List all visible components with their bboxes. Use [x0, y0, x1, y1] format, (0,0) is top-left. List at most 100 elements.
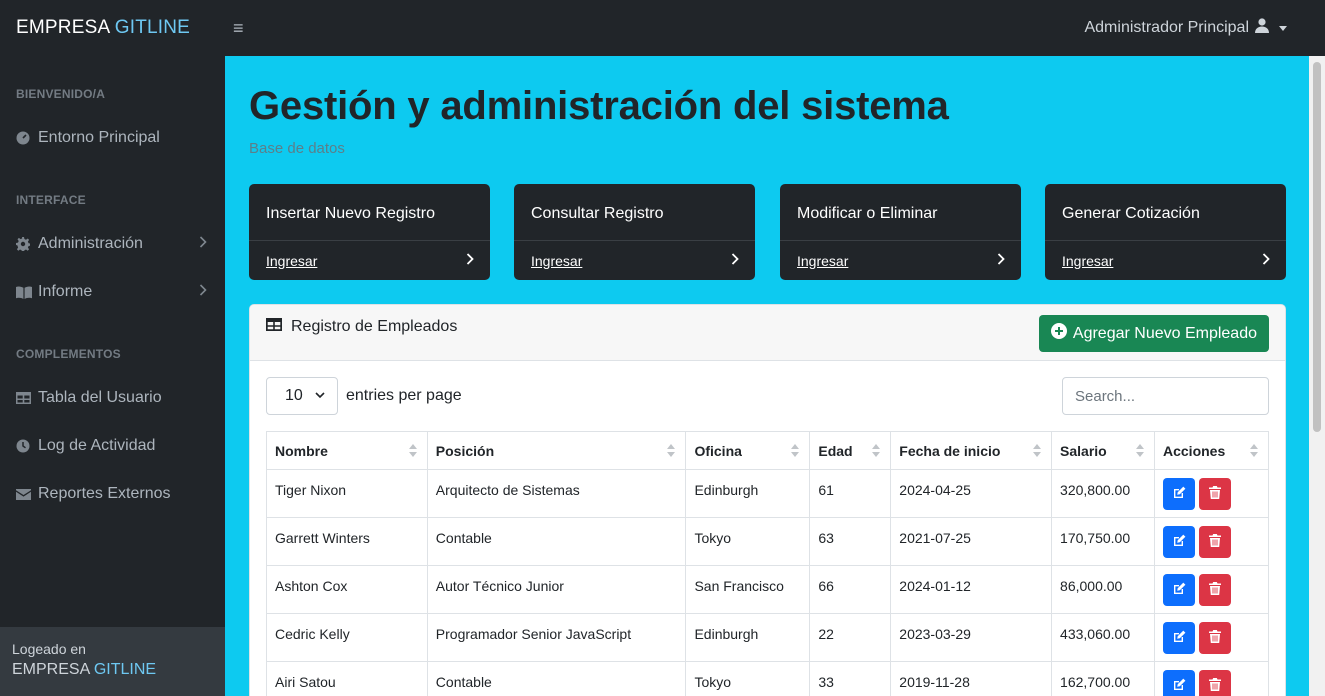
delete-button[interactable] — [1199, 478, 1231, 510]
card-consultar: Consultar Registro Ingresar — [514, 184, 755, 280]
user-dropdown[interactable]: Administrador Principal — [1084, 18, 1287, 38]
column-header-edad[interactable]: Edad — [809, 431, 892, 470]
column-header-oficina[interactable]: Oficina — [685, 431, 811, 470]
cell-edad: 66 — [809, 565, 892, 614]
edit-button[interactable] — [1163, 574, 1195, 606]
sidebar-item-log-actividad[interactable]: Log de Actividad — [0, 426, 225, 466]
card-footer: Ingresar — [249, 240, 490, 280]
sidebar-item-informe[interactable]: Informe — [0, 272, 225, 312]
clock-icon — [16, 439, 38, 453]
chevron-right-icon — [199, 283, 207, 301]
card-modificar: Modificar o Eliminar Ingresar — [780, 184, 1021, 280]
cell-acciones — [1154, 661, 1269, 696]
table-icon — [16, 392, 38, 404]
sidebar-item-label: Reportes Externos — [38, 485, 171, 502]
cell-fecha-inicio: 2021-07-25 — [890, 517, 1053, 566]
trash-icon — [1209, 534, 1221, 550]
user-name: Administrador Principal — [1084, 19, 1249, 36]
entries-per-page-select[interactable]: 10 — [266, 377, 338, 415]
cell-acciones — [1154, 469, 1269, 518]
page-subtitle: Base de datos — [249, 140, 345, 157]
row-actions — [1163, 622, 1260, 654]
gear-icon — [16, 237, 38, 251]
trash-icon — [1209, 582, 1221, 598]
delete-button[interactable] — [1199, 670, 1231, 696]
cell-posicion: Programador Senior JavaScript — [426, 613, 687, 662]
edit-icon — [1173, 534, 1186, 550]
edit-icon — [1173, 582, 1186, 598]
edit-button[interactable] — [1163, 478, 1195, 510]
delete-button[interactable] — [1199, 574, 1231, 606]
plus-circle-icon — [1050, 323, 1067, 344]
sidebar-item-entorno-principal[interactable]: Entorno Principal — [0, 118, 225, 158]
footer-brand-name: EMPRESA — [12, 661, 90, 678]
delete-button[interactable] — [1199, 622, 1231, 654]
card-footer: Ingresar — [1045, 240, 1286, 280]
scrollbar-thumb[interactable] — [1313, 62, 1321, 432]
sidebar-heading-welcome: BIENVENIDO/A — [16, 87, 106, 101]
table-row: Garrett Winters Contable Tokyo 63 2021-07-25… — [266, 517, 1269, 566]
page-scrollbar[interactable] — [1309, 56, 1325, 696]
column-header-nombre[interactable]: Nombre — [266, 431, 428, 470]
entries-per-page-label: entries per page — [346, 387, 462, 404]
cell-fecha-inicio: 2024-01-12 — [890, 565, 1053, 614]
table-row: Airi Satou Contable Tokyo 33 2019-11-28 162,7… — [266, 661, 1269, 696]
edit-icon — [1173, 486, 1186, 502]
edit-button[interactable] — [1163, 622, 1195, 654]
edit-icon — [1173, 630, 1186, 646]
card-title: Consultar Registro — [531, 205, 664, 222]
card-footer: Ingresar — [514, 240, 755, 280]
caret-down-icon — [1279, 25, 1287, 31]
card-title: Generar Cotización — [1062, 205, 1200, 222]
edit-button[interactable] — [1163, 526, 1195, 558]
cell-salario: 320,800.00 — [1051, 469, 1155, 518]
column-header-salario[interactable]: Salario — [1051, 431, 1155, 470]
sidebar-heading-complementos: COMPLEMENTOS — [16, 347, 121, 361]
sidebar-toggle-icon[interactable]: ≡ — [233, 18, 263, 39]
chevron-down-icon — [315, 392, 325, 399]
edit-button[interactable] — [1163, 670, 1195, 696]
cell-posicion: Contable — [426, 661, 687, 696]
page-title: Gestión y administración del sistema — [249, 84, 949, 128]
brand-accent: GITLINE — [114, 17, 191, 38]
sidebar: BIENVENIDO/A Entorno Principal INTERFACE… — [0, 56, 225, 696]
datatable-controls: 10 entries per page — [250, 361, 1285, 431]
table-row: Cedric Kelly Programador Senior JavaScrip… — [266, 613, 1269, 662]
trash-icon — [1209, 630, 1221, 646]
cell-nombre: Cedric Kelly — [266, 613, 428, 662]
card-link[interactable]: Ingresar — [531, 253, 582, 269]
table-icon — [266, 318, 282, 336]
envelope-icon — [16, 488, 38, 500]
cell-nombre: Ashton Cox — [266, 565, 428, 614]
chevron-right-icon[interactable] — [1262, 252, 1270, 269]
chevron-right-icon[interactable] — [997, 252, 1005, 269]
column-header-posicion[interactable]: Posición — [426, 431, 687, 470]
sidebar-item-reportes-externos[interactable]: Reportes Externos — [0, 474, 225, 514]
card-link[interactable]: Ingresar — [1062, 253, 1113, 269]
cell-fecha-inicio: 2023-03-29 — [890, 613, 1053, 662]
sidebar-item-administracion[interactable]: Administración — [0, 224, 225, 264]
cell-salario: 162,700.00 — [1051, 661, 1155, 696]
edit-icon — [1173, 678, 1186, 694]
card-link[interactable]: Ingresar — [266, 253, 317, 269]
book-icon — [16, 286, 38, 299]
sidebar-item-tabla-usuario[interactable]: Tabla del Usuario — [0, 378, 225, 418]
cell-nombre: Tiger Nixon — [266, 469, 428, 518]
card-link[interactable]: Ingresar — [797, 253, 848, 269]
add-employee-button[interactable]: Agregar Nuevo Empleado — [1038, 315, 1269, 352]
chevron-right-icon[interactable] — [731, 252, 739, 269]
row-actions — [1163, 478, 1260, 510]
column-header-acciones[interactable]: Acciones — [1154, 431, 1269, 470]
column-header-fecha-inicio[interactable]: Fecha de inicio — [890, 431, 1053, 470]
trash-icon — [1209, 678, 1221, 694]
delete-button[interactable] — [1199, 526, 1231, 558]
brand-logo[interactable]: EMPRESA GITLINE — [0, 17, 225, 39]
cell-acciones — [1154, 613, 1269, 662]
cell-edad: 63 — [809, 517, 892, 566]
cell-oficina: Tokyo — [685, 517, 811, 566]
chevron-right-icon[interactable] — [466, 252, 474, 269]
search-input[interactable] — [1062, 377, 1269, 415]
user-icon — [1255, 18, 1269, 38]
employees-card-header: Registro de Empleados Agregar Nuevo Empl… — [250, 305, 1285, 361]
row-actions — [1163, 574, 1260, 606]
